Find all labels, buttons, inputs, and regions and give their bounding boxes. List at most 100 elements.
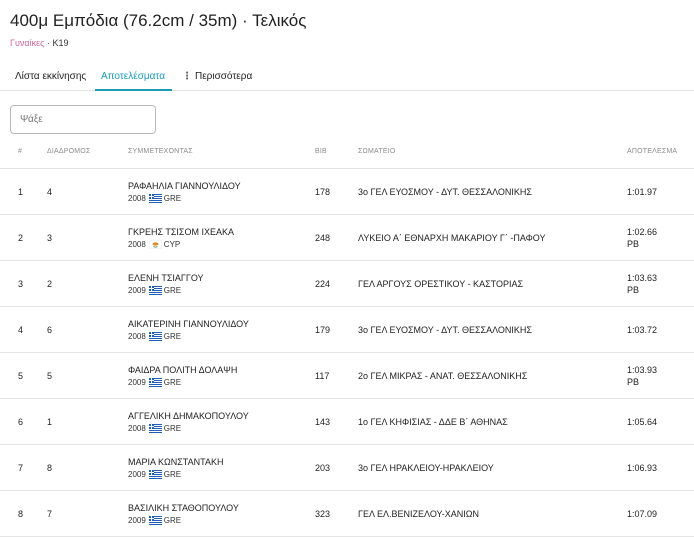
row-result: 1:01.97 xyxy=(627,187,658,197)
header-rank: # xyxy=(18,148,23,155)
header-lane: ΔΙΑΔΡΟΜΟΣ xyxy=(47,148,91,155)
birth-year: 2009 xyxy=(128,516,146,525)
greece-flag-icon xyxy=(148,516,162,525)
category-link[interactable]: Γυναίκες xyxy=(10,38,44,48)
row-bib: 178 xyxy=(315,187,331,197)
country-code: GRE xyxy=(163,194,182,203)
row-result: 1:03.93 xyxy=(627,365,658,375)
row-rank: 2 xyxy=(18,233,24,243)
birth-year: 2008 xyxy=(128,332,146,341)
event-subtitle: Γυναίκες · K19 xyxy=(10,38,68,48)
row-rank: 6 xyxy=(18,417,24,427)
greece-flag-icon xyxy=(148,286,162,295)
row-bib: 323 xyxy=(315,509,331,519)
age-group: K19 xyxy=(52,38,69,48)
row-lane: 2 xyxy=(47,279,53,289)
search-input[interactable] xyxy=(10,105,156,134)
row-result: 1:06.93 xyxy=(627,463,658,473)
row-club[interactable]: 3ο ΓΕΛ ΕΥΟΣΜΟΥ - ΔΥΤ. ΘΕΣΣΑΛΟΝΙΚΗΣ xyxy=(358,325,532,335)
athlete-meta: 2009 GRE xyxy=(128,470,181,479)
row-rank: 8 xyxy=(18,509,24,519)
row-bib: 143 xyxy=(315,417,331,427)
country-code: GRE xyxy=(163,332,182,341)
birth-year: 2008 xyxy=(128,194,146,203)
birth-year: 2009 xyxy=(128,378,146,387)
birth-year: 2008 xyxy=(128,424,146,433)
row-club[interactable]: 3ο ΓΕΛ ΕΥΟΣΜΟΥ - ΔΥΤ. ΘΕΣΣΑΛΟΝΙΚΗΣ xyxy=(358,187,532,197)
tab-results[interactable]: Αποτελέσματα xyxy=(95,66,172,91)
table-header: # ΔΙΑΔΡΟΜΟΣ ΣΥΜΜΕΤΕΧΟΝΤΑΣ BIB ΣΩΜΑΤΕΙΟ Α… xyxy=(0,146,694,169)
athlete-meta: 2008 GRE xyxy=(128,424,181,433)
row-result-note: PB xyxy=(627,285,640,295)
row-rank: 5 xyxy=(18,371,24,381)
row-bib: 117 xyxy=(315,371,330,381)
row-club[interactable]: ΛΥΚΕΙΟ Α΄ ΕΘΝΑΡΧΗ ΜΑΚΑΡΙΟΥ Γ΄ -ΠΑΦΟΥ xyxy=(358,233,546,243)
athlete-meta: 2009 GRE xyxy=(128,378,181,387)
row-club[interactable]: 1ο ΓΕΛ ΚΗΦΙΣΙΑΣ - ΔΔΕ Β΄ ΑΘΗΝΑΣ xyxy=(358,417,508,427)
more-vertical-icon: ⋮ xyxy=(182,71,192,82)
athlete-name[interactable]: ΦΑΙΔΡΑ ΠΟΛΙΤΗ ΔΟΛΑΨΗ xyxy=(128,365,237,375)
row-result: 1:05.64 xyxy=(627,417,658,427)
header-club: ΣΩΜΑΤΕΙΟ xyxy=(358,148,396,155)
row-rank: 7 xyxy=(18,463,24,473)
row-bib: 248 xyxy=(315,233,331,243)
table-row[interactable]: 8 7 ΒΑΣΙΛΙΚΗ ΣΤΑΘΟΠΟΥΛΟΥ 2009 GRE 323 ΓΕΛ ΕΛ.Β… xyxy=(0,491,694,537)
athlete-meta: 2008 GRE xyxy=(128,332,181,341)
athlete-name[interactable]: ΒΑΣΙΛΙΚΗ ΣΤΑΘΟΠΟΥΛΟΥ xyxy=(128,503,239,513)
country-code: GRE xyxy=(163,470,182,479)
tab-more-label: Περισσότερα xyxy=(195,71,253,82)
row-club[interactable]: ΓΕΛ ΕΛ.ΒΕΝΙΖΕΛΟΥ-ΧΑΝΙΩΝ xyxy=(358,509,479,519)
row-bib: 203 xyxy=(315,463,331,473)
row-rank: 3 xyxy=(18,279,24,289)
row-result: 1:03.72 xyxy=(627,325,658,335)
tab-bar: Λίστα εκκίνησης Αποτελέσματα ⋮ Περισσότερ… xyxy=(0,66,694,91)
greece-flag-icon xyxy=(148,332,162,341)
row-result: 1:03.63 xyxy=(627,273,658,283)
cyprus-flag-icon xyxy=(148,240,162,249)
table-row[interactable]: 1 4 ΡΑΦΑΗΛΙΑ ΓΙΑΝΝΟΥΛΙΔΟΥ 2008 GRE 178 3ο ΓΕΛ … xyxy=(0,169,694,215)
athlete-name[interactable]: ΜΑΡΙΑ ΚΩΝΣΤΑΝΤΑΚΗ xyxy=(128,457,223,467)
greece-flag-icon xyxy=(148,378,162,387)
table-row[interactable]: 2 3 ΓΚΡΕΗΣ ΤΣΙΣΟΜ ΙΧΕΑΚΑ 2008 CYP 248 ΛΥΚΕΙΟ Α… xyxy=(0,215,694,261)
row-lane: 8 xyxy=(47,463,53,473)
row-result-note: PB xyxy=(627,239,640,249)
birth-year: 2008 xyxy=(128,240,146,249)
row-lane: 4 xyxy=(47,187,53,197)
page-title: 400μ Εμπόδια (76.2cm / 35m) · Τελικός xyxy=(10,11,307,30)
row-lane: 6 xyxy=(47,325,53,335)
row-result-note: PB xyxy=(627,377,640,387)
table-row[interactable]: 4 6 ΑΙΚΑΤΕΡΙΝΗ ΓΙΑΝΝΟΥΛΙΔΟΥ 2008 GRE 179 3ο ΓΕ… xyxy=(0,307,694,353)
athlete-meta: 2008 CYP xyxy=(128,240,180,249)
country-code: GRE xyxy=(163,378,182,387)
athlete-meta: 2009 GRE xyxy=(128,516,181,525)
row-bib: 224 xyxy=(315,279,331,289)
row-result: 1:02.66 xyxy=(627,227,658,237)
row-lane: 7 xyxy=(47,509,53,519)
tab-more[interactable]: ⋮ Περισσότερα xyxy=(182,66,252,91)
header-result: ΑΠΟΤΕΛΕΣΜΑ xyxy=(627,148,678,155)
header-athlete: ΣΥΜΜΕΤΕΧΟΝΤΑΣ xyxy=(128,148,193,155)
athlete-meta: 2009 GRE xyxy=(128,286,181,295)
athlete-name[interactable]: ΓΚΡΕΗΣ ΤΣΙΣΟΜ ΙΧΕΑΚΑ xyxy=(128,227,234,237)
country-code: GRE xyxy=(163,286,182,295)
table-row[interactable]: 3 2 ΕΛΕΝΗ ΤΣΙΑΓΓΟΥ 2009 GRE 224 ΓΕΛ ΑΡΓΟΥΣ ΟΡΕ… xyxy=(0,261,694,307)
tab-start-list[interactable]: Λίστα εκκίνησης xyxy=(15,66,86,91)
country-code: CYP xyxy=(163,240,181,249)
country-code: GRE xyxy=(163,516,182,525)
table-row[interactable]: 6 1 ΑΓΓΕΛΙΚΗ ΔΗΜΑΚΟΠΟΥΛΟΥ 2008 GRE 143 1ο ΓΕΛ … xyxy=(0,399,694,445)
table-row[interactable]: 5 5 ΦΑΙΔΡΑ ΠΟΛΙΤΗ ΔΟΛΑΨΗ 2009 GRE 117 2ο ΓΕΛ Μ… xyxy=(0,353,694,399)
birth-year: 2009 xyxy=(128,470,146,479)
row-club[interactable]: 2ο ΓΕΛ ΜΙΚΡΑΣ - ΑΝΑΤ. ΘΕΣΣΑΛΟΝΙΚΗΣ xyxy=(358,371,527,381)
row-lane: 1 xyxy=(47,417,53,427)
athlete-name[interactable]: ΑΙΚΑΤΕΡΙΝΗ ΓΙΑΝΝΟΥΛΙΔΟΥ xyxy=(128,319,249,329)
athlete-name[interactable]: ΑΓΓΕΛΙΚΗ ΔΗΜΑΚΟΠΟΥΛΟΥ xyxy=(128,411,249,421)
athlete-name[interactable]: ΡΑΦΑΗΛΙΑ ΓΙΑΝΝΟΥΛΙΔΟΥ xyxy=(128,181,241,191)
greece-flag-icon xyxy=(148,194,162,203)
row-lane: 3 xyxy=(47,233,53,243)
table-row[interactable]: 7 8 ΜΑΡΙΑ ΚΩΝΣΤΑΝΤΑΚΗ 2009 GRE 203 3ο ΓΕΛ ΗΡΑΚ… xyxy=(0,445,694,491)
row-result: 1:07.09 xyxy=(627,509,658,519)
row-club[interactable]: ΓΕΛ ΑΡΓΟΥΣ ΟΡΕΣΤΙΚΟΥ - ΚΑΣΤΟΡΙΑΣ xyxy=(358,279,523,289)
row-club[interactable]: 3ο ΓΕΛ ΗΡΑΚΛΕΙΟΥ-ΗΡΑΚΛΕΙΟΥ xyxy=(358,463,494,473)
greece-flag-icon xyxy=(148,470,162,479)
athlete-name[interactable]: ΕΛΕΝΗ ΤΣΙΑΓΓΟΥ xyxy=(128,273,204,283)
